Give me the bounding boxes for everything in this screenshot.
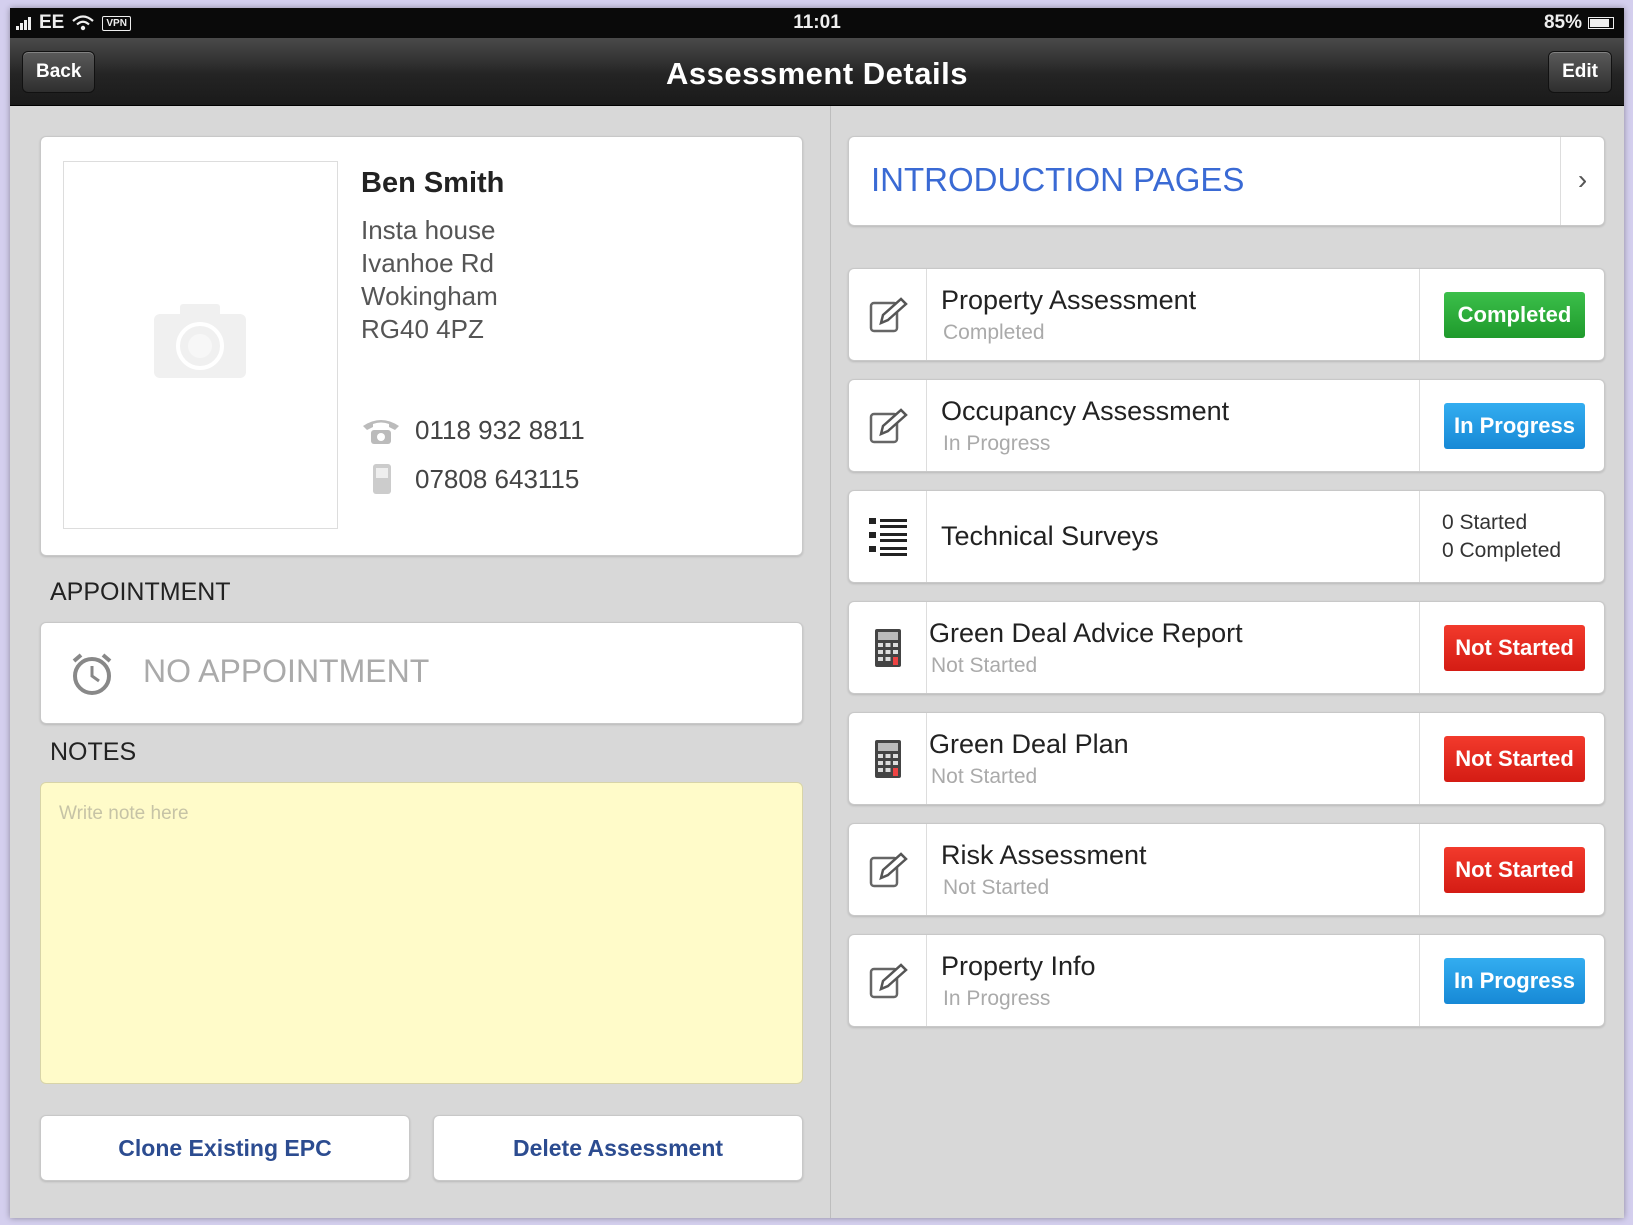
landline-number: 0118 932 8811 bbox=[415, 415, 585, 445]
assessment-row-occupancy-assessment[interactable]: Occupancy Assessment In Progress In Prog… bbox=[848, 379, 1605, 472]
row-status-cell: Not Started bbox=[1419, 713, 1604, 804]
mobile-phone-icon bbox=[373, 464, 391, 494]
row-subtitle: Completed bbox=[943, 321, 1045, 344]
address-line: RG40 4PZ bbox=[361, 314, 484, 344]
photo-placeholder[interactable] bbox=[63, 161, 338, 529]
edit-button[interactable]: Edit bbox=[1548, 51, 1612, 93]
row-status-cell: Completed bbox=[1419, 269, 1604, 360]
assessment-row-property-info[interactable]: Property Info In Progress In Progress bbox=[848, 934, 1605, 1027]
contact-card: Ben Smith Insta house Ivanhoe Rd Wokingh… bbox=[40, 136, 803, 556]
assessment-row-green-deal-advice-report[interactable]: Green Deal Advice Report Not Started Not… bbox=[848, 601, 1605, 694]
row-subtitle: Not Started bbox=[943, 876, 1050, 899]
address-line: Ivanhoe Rd bbox=[361, 248, 494, 278]
edit-icon bbox=[849, 935, 927, 1026]
contact-name: Ben Smith bbox=[361, 167, 505, 199]
appointment-heading: APPOINTMENT bbox=[50, 578, 231, 606]
survey-counts: 0 Started 0 Completed bbox=[1442, 509, 1561, 565]
row-status-cell: Not Started bbox=[1419, 602, 1604, 693]
row-title: Green Deal Advice Report bbox=[929, 618, 1243, 648]
assessment-row-green-deal-plan[interactable]: Green Deal Plan Not Started Not Started bbox=[848, 712, 1605, 805]
row-title: Risk Assessment bbox=[941, 840, 1147, 870]
address-line: Insta house bbox=[361, 215, 496, 245]
battery-icon bbox=[1588, 17, 1614, 29]
row-status-cell: In Progress bbox=[1419, 935, 1604, 1026]
battery-percent: 85% bbox=[1543, 12, 1582, 33]
row-subtitle: Not Started bbox=[931, 654, 1038, 677]
row-title: Technical Surveys bbox=[941, 521, 1159, 551]
alarm-clock-icon bbox=[72, 653, 112, 695]
status-badge: Completed bbox=[1444, 292, 1585, 338]
page-title: Assessment Details bbox=[666, 56, 968, 91]
row-status-cell: Not Started bbox=[1419, 824, 1604, 915]
started-count: 0 Started bbox=[1442, 511, 1528, 534]
camera-icon bbox=[154, 304, 246, 378]
no-appointment-text: NO APPOINTMENT bbox=[143, 653, 430, 689]
list-icon bbox=[849, 491, 927, 582]
status-bar: EE VPN 11:01 85% bbox=[10, 8, 1624, 38]
row-status-cell: In Progress bbox=[1419, 380, 1604, 471]
introduction-pages-row[interactable]: INTRODUCTION PAGES › bbox=[848, 136, 1605, 226]
row-status-cell: 0 Started 0 Completed bbox=[1419, 491, 1604, 582]
mobile-row[interactable]: 07808 643115 bbox=[361, 462, 579, 496]
status-badge: Not Started bbox=[1444, 736, 1585, 782]
assessment-row-property-assessment[interactable]: Property Assessment Completed Completed bbox=[848, 268, 1605, 361]
row-title: Green Deal Plan bbox=[929, 729, 1129, 759]
notes-placeholder: Write note here bbox=[59, 803, 189, 824]
status-badge: In Progress bbox=[1444, 958, 1585, 1004]
status-badge: In Progress bbox=[1444, 403, 1585, 449]
edit-icon bbox=[849, 380, 927, 471]
telephone-icon bbox=[363, 419, 399, 444]
landline-row[interactable]: 0118 932 8811 bbox=[361, 415, 585, 446]
ipad-screen: EE VPN 11:01 85% Back Assessment Details… bbox=[10, 8, 1624, 1218]
assessment-row-risk-assessment[interactable]: Risk Assessment Not Started Not Started bbox=[848, 823, 1605, 916]
row-title: Property Assessment bbox=[941, 285, 1197, 315]
mobile-number: 07808 643115 bbox=[415, 463, 580, 494]
notes-textarea[interactable]: Write note here bbox=[40, 782, 803, 1084]
navigation-bar: Back Assessment Details Edit bbox=[10, 38, 1624, 106]
notes-heading: NOTES bbox=[50, 738, 137, 766]
appointment-card[interactable]: NO APPOINTMENT bbox=[40, 622, 803, 724]
status-badge: Not Started bbox=[1444, 625, 1585, 671]
status-badge: Not Started bbox=[1444, 847, 1585, 893]
address-line: Wokingham bbox=[361, 281, 498, 311]
assessment-row-technical-surveys[interactable]: Technical Surveys 0 Started 0 Completed bbox=[848, 490, 1605, 583]
split-divider bbox=[830, 106, 831, 1218]
clone-epc-button[interactable]: Clone Existing EPC bbox=[40, 1115, 410, 1181]
introduction-pages-label: INTRODUCTION PAGES bbox=[871, 161, 1245, 198]
row-subtitle: Not Started bbox=[931, 765, 1038, 788]
delete-assessment-button[interactable]: Delete Assessment bbox=[433, 1115, 803, 1181]
edit-icon bbox=[849, 269, 927, 360]
edit-icon bbox=[849, 824, 927, 915]
completed-count: 0 Completed bbox=[1442, 539, 1562, 562]
calculator-icon bbox=[849, 602, 927, 693]
clock-time: 11:01 bbox=[793, 12, 841, 33]
chevron-right-icon: › bbox=[1560, 137, 1604, 225]
calculator-icon bbox=[849, 713, 927, 804]
row-subtitle: In Progress bbox=[943, 987, 1051, 1010]
row-title: Property Info bbox=[941, 951, 1096, 981]
row-title: Occupancy Assessment bbox=[941, 396, 1230, 426]
row-subtitle: In Progress bbox=[943, 432, 1051, 455]
